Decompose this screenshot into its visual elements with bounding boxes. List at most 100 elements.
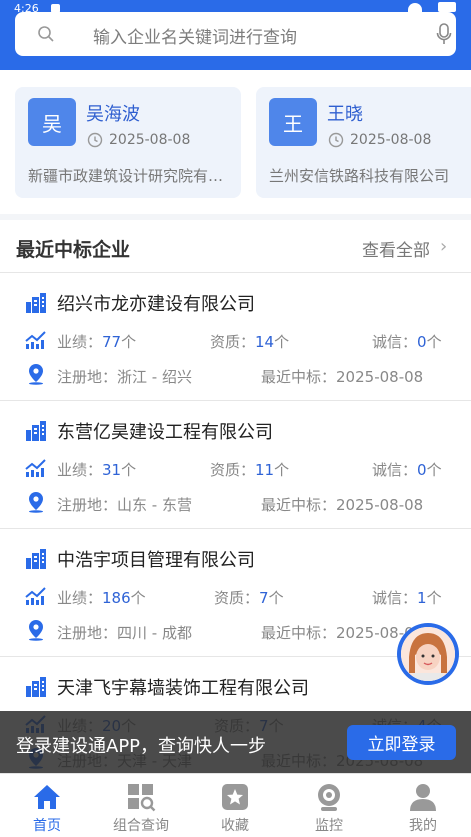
credit-stat: 诚信：1个: [372, 587, 442, 608]
recent-contacts: 吴 吴海波 2025-08-08 新疆市政建筑设计研究院有限公司 王 王晓 20…: [0, 70, 471, 214]
tab-favorites[interactable]: 收藏: [188, 774, 282, 837]
tab-label: 首页: [33, 818, 61, 834]
wifi-icon: [408, 3, 422, 12]
performance-value: 186: [102, 589, 131, 607]
qualification-label: 资质：: [214, 589, 260, 607]
contact-company: 兰州安信铁路科技有限公司: [269, 167, 450, 185]
credit-label: 诚信：: [372, 461, 418, 479]
performance-stat: 业绩：186个: [57, 587, 146, 608]
contact-date: 2025-08-08: [109, 132, 191, 148]
credit-value: 0: [417, 333, 427, 351]
performance-label: 业绩：: [57, 461, 103, 479]
trend-icon: [25, 331, 46, 349]
tab-label: 收藏: [221, 818, 249, 834]
latest-bid: 最近中标：2025-08-08: [261, 366, 423, 387]
location-pin-icon: [29, 364, 43, 385]
registered-location: 注册地：浙江 - 绍兴: [57, 366, 192, 387]
chevron-right-icon[interactable]: ›: [440, 236, 447, 257]
login-banner: 登录建设通APP，查询快人一步 立即登录: [0, 711, 471, 773]
clock-icon: [328, 132, 344, 148]
qualification-stat: 资质：11个: [210, 459, 289, 480]
tab-monitor[interactable]: 监控: [282, 774, 376, 837]
registered-label: 注册地：: [57, 496, 118, 514]
qualification-value: 11: [255, 461, 275, 479]
registered-location: 注册地：四川 - 成都: [57, 622, 192, 643]
customer-service-avatar[interactable]: [397, 623, 459, 685]
contact-name: 王晓: [327, 104, 363, 125]
user-icon: [410, 784, 436, 811]
latest-bid-date: 2025-08-08: [336, 496, 424, 514]
unit-label: 个: [121, 461, 137, 479]
unit-label: 个: [426, 589, 442, 607]
unit-label: 个: [121, 333, 137, 351]
login-button[interactable]: 立即登录: [347, 725, 456, 760]
qualification-value: 7: [259, 589, 269, 607]
latest-bid: 最近中标：2025-08-08: [261, 622, 423, 643]
tab-combined-search[interactable]: 组合查询: [94, 774, 188, 837]
tab-label: 组合查询: [113, 818, 169, 834]
unit-label: 个: [426, 461, 442, 479]
trend-icon: [25, 459, 46, 477]
credit-label: 诚信：: [372, 333, 418, 351]
avatar: 王: [269, 98, 317, 146]
home-icon: [34, 785, 60, 809]
microphone-icon[interactable]: [436, 23, 452, 45]
qualification-value: 14: [255, 333, 275, 351]
view-all-link[interactable]: 查看全部: [362, 236, 430, 261]
credit-value: 1: [417, 589, 427, 607]
star-icon: [222, 784, 248, 810]
qualification-label: 资质：: [210, 461, 256, 479]
performance-stat: 业绩：31个: [57, 459, 136, 480]
building-icon: [26, 549, 46, 569]
contact-name: 吴海波: [86, 104, 140, 125]
contact-company: 新疆市政建筑设计研究院有限公司: [28, 167, 228, 185]
company-name: 绍兴市龙亦建设有限公司: [57, 294, 255, 315]
unit-label: 个: [274, 333, 290, 351]
avatar: 吴: [28, 98, 76, 146]
unit-label: 个: [268, 589, 284, 607]
banner-text: 登录建设通APP，查询快人一步: [16, 736, 267, 757]
company-list-item[interactable]: 东营亿昊建设工程有限公司 业绩：31个 资质：11个 诚信：0个 注册地：山东 - 东营…: [0, 400, 471, 528]
latest-bid-date: 2025-08-08: [336, 368, 424, 386]
building-icon: [26, 293, 46, 313]
contact-date: 2025-08-08: [350, 132, 432, 148]
credit-value: 0: [417, 461, 427, 479]
latest-bid: 最近中标：2025-08-08: [261, 494, 423, 515]
performance-label: 业绩：: [57, 333, 103, 351]
section-title: 最近中标企业: [16, 239, 131, 261]
building-icon: [26, 421, 46, 441]
registered-value: 四川 - 成都: [117, 624, 192, 642]
clock-icon: [87, 132, 103, 148]
latest-bid-label: 最近中标：: [261, 368, 337, 386]
camera-icon: [318, 784, 340, 811]
performance-stat: 业绩：77个: [57, 331, 136, 352]
tab-home[interactable]: 首页: [0, 774, 94, 837]
unit-label: 个: [274, 461, 290, 479]
performance-label: 业绩：: [57, 589, 103, 607]
latest-bid-label: 最近中标：: [261, 624, 337, 642]
company-name: 中浩宇项目管理有限公司: [57, 550, 255, 571]
contact-card[interactable]: 吴 吴海波 2025-08-08 新疆市政建筑设计研究院有限公司: [15, 87, 241, 198]
battery-icon: [438, 2, 456, 12]
grid-search-icon: [128, 784, 156, 812]
unit-label: 个: [426, 333, 442, 351]
registered-label: 注册地：: [57, 624, 118, 642]
company-list-item[interactable]: 中浩宇项目管理有限公司 业绩：186个 资质：7个 诚信：1个 注册地：四川 - 成都最…: [0, 528, 471, 656]
building-icon: [26, 677, 46, 697]
performance-value: 77: [102, 333, 122, 351]
latest-bid-label: 最近中标：: [261, 496, 337, 514]
contact-card[interactable]: 王 王晓 2025-08-08 兰州安信铁路科技有限公司: [256, 87, 471, 198]
tab-label: 我的: [409, 818, 437, 834]
registered-value: 山东 - 东营: [117, 496, 192, 514]
qualification-stat: 资质：7个: [214, 587, 284, 608]
company-list-item[interactable]: 绍兴市龙亦建设有限公司 业绩：77个 资质：14个 诚信：0个 注册地：浙江 - 绍兴最…: [0, 272, 471, 400]
company-name: 天津飞宇幕墙装饰工程有限公司: [57, 678, 309, 699]
search-input[interactable]: 输入企业名关键词进行查询: [15, 12, 456, 56]
tab-mine[interactable]: 我的: [376, 774, 470, 837]
location-pin-icon: [29, 492, 43, 513]
registered-location: 注册地：山东 - 东营: [57, 494, 192, 515]
trend-icon: [25, 587, 46, 605]
top-bar: 4:26 输入企业名关键词进行查询: [0, 0, 471, 70]
performance-value: 31: [102, 461, 122, 479]
registered-value: 浙江 - 绍兴: [117, 368, 192, 386]
